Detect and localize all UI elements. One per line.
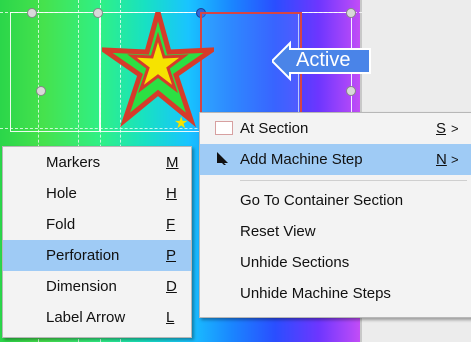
- menu-label: Hole: [46, 185, 77, 202]
- menu-label: Unhide Sections: [240, 254, 350, 271]
- menu-shortcut: M: [166, 154, 179, 171]
- chevron-right-icon: >: [451, 152, 459, 167]
- small-star-icon: ★: [174, 115, 189, 132]
- menu-item-reset-view[interactable]: Reset View: [200, 216, 471, 247]
- menu-item-markers[interactable]: Markers M: [3, 147, 191, 178]
- menu-shortcut: F: [166, 216, 176, 233]
- menu-label: Label Arrow: [46, 309, 126, 326]
- cursor-icon: [215, 151, 229, 165]
- menu-label: Reset View: [240, 223, 316, 240]
- menu-item-fold[interactable]: Fold F: [3, 209, 191, 240]
- menu-label: Add Machine Step: [240, 151, 363, 168]
- context-menu: At Section S > Add Machine Step N > Go T…: [199, 112, 471, 318]
- menu-item-hole[interactable]: Hole H: [3, 178, 191, 209]
- menu-item-at-section[interactable]: At Section S >: [200, 113, 471, 144]
- menu-shortcut: L: [166, 309, 175, 326]
- menu-item-unhide-sections[interactable]: Unhide Sections: [200, 247, 471, 278]
- menu-label: Unhide Machine Steps: [240, 285, 391, 302]
- chevron-right-icon: >: [451, 121, 459, 136]
- menu-item-go-to-container-section[interactable]: Go To Container Section: [200, 185, 471, 216]
- section-panel[interactable]: [10, 12, 100, 132]
- menu-item-dimension[interactable]: Dimension D: [3, 271, 191, 302]
- design-canvas[interactable]: Active ★ Markers M Hole H Fold F Perfora…: [0, 0, 471, 342]
- menu-label: Dimension: [46, 278, 117, 295]
- left-context-submenu: Markers M Hole H Fold F Perforation P Di…: [2, 146, 192, 338]
- menu-label: At Section: [240, 120, 309, 137]
- menu-separator: [240, 180, 467, 181]
- star-shape[interactable]: [95, 2, 221, 134]
- menu-shortcut: D: [166, 278, 177, 295]
- menu-label: Fold: [46, 216, 76, 233]
- menu-shortcut: H: [166, 185, 177, 202]
- active-label: Active: [296, 49, 351, 71]
- menu-shortcut: P: [166, 247, 177, 264]
- menu-shortcut: S: [436, 120, 447, 137]
- menu-item-label-arrow[interactable]: Label Arrow L: [3, 302, 191, 333]
- section-icon: [215, 121, 233, 135]
- resize-handle[interactable]: [36, 86, 46, 96]
- menu-item-unhide-machine-steps[interactable]: Unhide Machine Steps: [200, 278, 471, 309]
- menu-label: Markers: [46, 154, 101, 171]
- menu-label: Go To Container Section: [240, 192, 404, 209]
- menu-item-perforation[interactable]: Perforation P: [3, 240, 191, 271]
- resize-handle[interactable]: [346, 8, 356, 18]
- menu-shortcut: N: [436, 151, 447, 168]
- resize-handle[interactable]: [27, 8, 37, 18]
- menu-item-add-machine-step[interactable]: Add Machine Step N >: [200, 144, 471, 175]
- resize-handle[interactable]: [346, 86, 356, 96]
- menu-label: Perforation: [46, 247, 120, 264]
